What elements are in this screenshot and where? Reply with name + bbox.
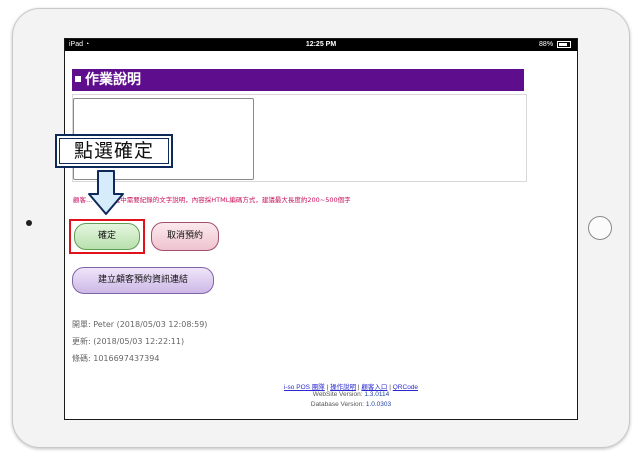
updated-info: 更新: (2018/05/03 12:22:11) <box>72 337 185 346</box>
footer-separator: | <box>389 384 391 391</box>
cancel-booking-button[interactable]: 取消預約 <box>151 222 219 251</box>
barcode-info: 條碼: 1016697437394 <box>72 354 160 363</box>
footer-link-guide[interactable]: 操作說明 <box>330 384 356 391</box>
website-version-value: 1.3.0114 <box>364 391 390 398</box>
status-battery: 88% <box>539 39 571 51</box>
database-version-label: Database Version: <box>310 401 364 408</box>
down-arrow-icon <box>88 170 124 215</box>
battery-icon <box>557 40 571 48</box>
footer-link-customer[interactable]: 顧客入口 <box>361 384 387 391</box>
footer-separator: | <box>326 384 329 391</box>
database-version-value: 1.0.0303 <box>365 401 392 408</box>
description-hint: 顧客... 作業流程中需要紀錄的文字說明，內容採HTML編碼方式，建議最大長度約… <box>73 196 351 204</box>
section-title: 作業說明 <box>85 72 141 88</box>
footer-link-team[interactable]: i-so POS 團隊 <box>284 384 325 391</box>
website-version-label: WebSite Version: <box>312 391 363 398</box>
battery-percent: 88% <box>539 41 554 48</box>
section-header: 作業說明 <box>72 69 524 91</box>
status-bar: iPad ◔ 12:25 PM 88% <box>65 39 577 51</box>
opened-info: 開單: Peter (2018/05/03 12:08:59) <box>72 320 208 329</box>
database-version: Database Version: 1.0.0303 <box>65 401 577 408</box>
confirm-highlight-box <box>69 219 145 254</box>
footer-link-qrcode[interactable]: QRCode <box>393 384 418 391</box>
camera-icon <box>26 220 32 226</box>
instruction-callout: 點選確定 <box>55 134 173 168</box>
screen: iPad ◔ 12:25 PM 88% 作業說明 顧客... 作業流程中需要紀錄… <box>64 38 578 420</box>
status-time: 12:25 PM <box>305 41 337 48</box>
square-bullet-icon <box>75 76 81 82</box>
website-version: WebSite Version: 1.3.0114 <box>65 391 577 398</box>
create-booking-link-button[interactable]: 建立顧客預約資訊連結 <box>72 267 214 294</box>
home-button[interactable] <box>588 216 612 240</box>
footer-separator: | <box>357 384 360 391</box>
footer-links: i-so POS 團隊 | 操作說明 | 顧客入口 | QRCode <box>65 381 577 391</box>
